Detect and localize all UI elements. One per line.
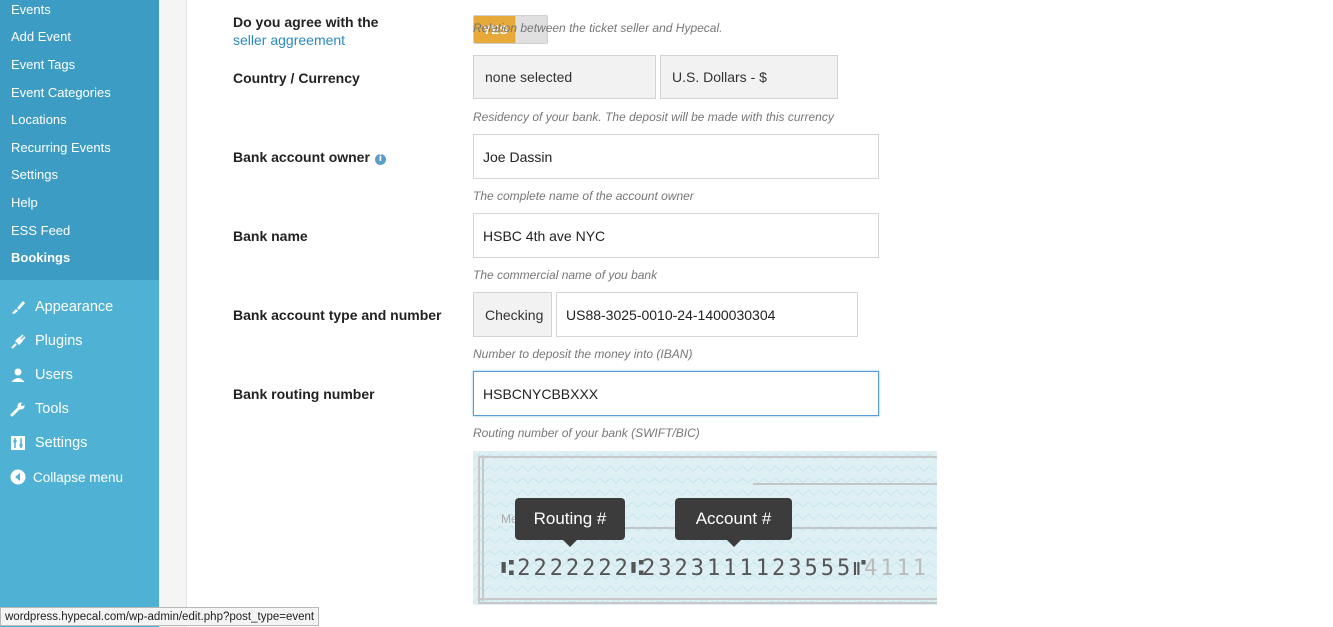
content-gutter	[159, 0, 186, 627]
bank-name-hint: The commercial name of you bank	[473, 268, 658, 282]
plug-icon	[9, 332, 27, 350]
routing-tooltip: Routing #	[515, 498, 625, 547]
brush-icon	[9, 298, 27, 316]
menu-appearance-label: Appearance	[35, 299, 114, 315]
submenu-events[interactable]: Events	[11, 2, 51, 18]
bank-name-input[interactable]: HSBC 4th ave NYC	[473, 213, 879, 258]
menu-users-label: Users	[35, 367, 73, 383]
admin-sidebar: Events Add Event Event Tags Event Catego…	[0, 0, 159, 627]
status-bar-url: wordpress.hypecal.com/wp-admin/edit.php?…	[0, 607, 320, 626]
country-currency-label: Country / Currency	[233, 70, 360, 86]
account-owner-label-text: Bank account owner	[233, 149, 370, 165]
menu-settings-label: Settings	[35, 435, 88, 451]
menu-appearance[interactable]: Appearance	[9, 297, 113, 317]
submenu-event-tags[interactable]: Event Tags	[11, 57, 75, 73]
routing-number-label: Bank routing number	[233, 386, 375, 402]
menu-plugins-label: Plugins	[35, 333, 83, 349]
collapse-menu[interactable]: Collapse menu	[9, 467, 123, 487]
user-icon	[9, 366, 27, 384]
submenu-bookings[interactable]: Bookings	[11, 250, 70, 266]
events-submenu: Events Add Event Event Tags Event Catego…	[0, 0, 159, 280]
country-hint: Residency of your bank. The deposit will…	[473, 110, 834, 124]
check-account-digits: 2323111123555⑈	[642, 556, 870, 581]
account-number-hint: Number to deposit the money into (IBAN)	[473, 347, 693, 361]
submenu-settings[interactable]: Settings	[11, 167, 58, 183]
account-owner-label: Bank account owner i	[233, 149, 386, 165]
account-owner-input[interactable]: Joe Dassin	[473, 134, 879, 179]
currency-select[interactable]: U.S. Dollars - $	[660, 55, 838, 99]
bank-name-label: Bank name	[233, 228, 308, 244]
info-icon[interactable]: i	[374, 154, 386, 165]
submenu-help[interactable]: Help	[11, 195, 38, 211]
collapse-menu-label: Collapse menu	[33, 469, 124, 485]
menu-tools[interactable]: Tools	[9, 399, 69, 419]
agreement-hint: Relation between the ticket seller and H…	[473, 21, 723, 35]
submenu-recurring-events[interactable]: Recurring Events	[11, 140, 111, 156]
submenu-locations[interactable]: Locations	[11, 112, 67, 128]
account-tooltip: Account #	[675, 498, 792, 547]
account-owner-hint: The complete name of the account owner	[473, 189, 694, 203]
routing-number-input[interactable]: HSBCNYCBBXXX	[473, 371, 879, 416]
account-type-select[interactable]: Checking	[473, 292, 552, 337]
menu-plugins[interactable]: Plugins	[9, 331, 83, 351]
menu-tools-label: Tools	[35, 401, 69, 417]
country-select[interactable]: none selected	[473, 55, 656, 99]
menu-settings[interactable]: Settings	[9, 433, 87, 453]
agreement-label: Do you agree with the	[233, 14, 379, 30]
wrench-icon	[9, 400, 27, 418]
settings-icon	[9, 434, 27, 452]
submenu-add-event[interactable]: Add Event	[11, 29, 71, 45]
submenu-event-categories[interactable]: Event Categories	[11, 85, 111, 101]
menu-users[interactable]: Users	[9, 365, 73, 385]
account-number-input[interactable]: US88-3025-0010-24-1400030304	[556, 292, 858, 337]
collapse-icon	[9, 468, 27, 486]
submenu-ess-feed[interactable]: ESS Feed	[11, 223, 70, 239]
check-routing-digits: ⑆2222222⑆	[501, 556, 648, 581]
account-tooltip-label: Account #	[695, 509, 772, 528]
content-divider	[186, 0, 187, 627]
routing-tooltip-label: Routing #	[533, 509, 607, 528]
seller-agreement-link[interactable]: seller aggreement	[233, 32, 345, 48]
routing-number-hint: Routing number of your bank (SWIFT/BIC)	[473, 426, 700, 440]
check-number-digits: 4111	[864, 556, 929, 581]
account-type-number-label: Bank account type and number	[233, 307, 442, 323]
